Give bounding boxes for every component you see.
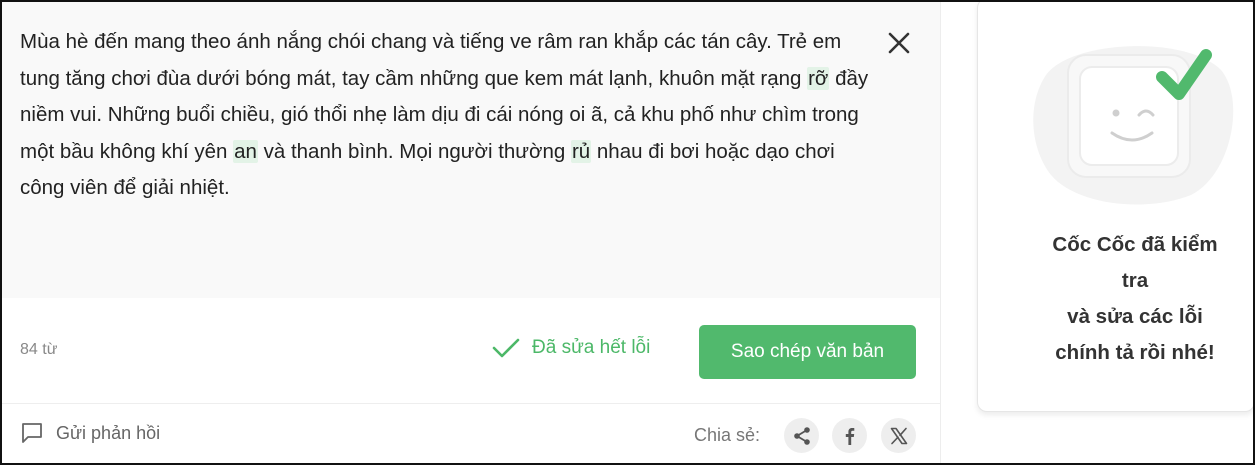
copy-text-button[interactable]: Sao chép văn bản — [699, 325, 916, 379]
chat-bubble-icon — [20, 422, 44, 444]
footer-bar: Gửi phản hồi Chia sẻ: — [2, 404, 940, 463]
success-message: Cốc Cốc đã kiểm tra và sửa các lỗi chính… — [996, 227, 1253, 371]
x-share-button[interactable] — [881, 418, 916, 453]
status-message: Đã sửa hết lỗi — [492, 337, 650, 359]
corrected-word[interactable]: rỡ — [807, 66, 830, 90]
facebook-share-button[interactable] — [832, 418, 867, 453]
winking-face-checkmark-icon — [1033, 46, 1234, 205]
close-icon — [888, 32, 910, 54]
x-icon — [890, 427, 907, 444]
success-message-line: và sửa các lỗi — [1067, 305, 1203, 328]
success-message-line: Cốc Cốc đã kiểm — [1052, 233, 1218, 256]
close-button[interactable] — [882, 26, 916, 60]
facebook-icon — [845, 427, 854, 445]
text-segment: và thanh bình. Mọi người thường — [257, 139, 571, 163]
corrected-word[interactable]: an — [233, 139, 258, 163]
text-segment: Mùa hè đến mang theo ánh nắng chói chang… — [20, 30, 842, 90]
checkmark-icon — [492, 337, 520, 359]
share-icon — [793, 426, 810, 445]
status-label: Đã sửa hết lỗi — [532, 337, 651, 358]
corrected-text[interactable]: Mùa hè đến mang theo ánh nắng chói chang… — [20, 24, 882, 207]
spell-checker-window: Mùa hè đến mang theo ánh nắng chói chang… — [0, 0, 1255, 465]
share-button[interactable] — [784, 418, 819, 453]
feedback-label: Gửi phản hồi — [56, 422, 161, 443]
success-message-line: chính tả rồi nhé! — [1055, 341, 1215, 364]
result-panel: Cốc Cốc đã kiểm tra và sửa các lỗi chính… — [977, 2, 1253, 412]
word-count: 84 từ — [20, 341, 58, 358]
send-feedback-link[interactable]: Gửi phản hồi — [20, 422, 160, 444]
text-area[interactable]: Mùa hè đến mang theo ánh nắng chói chang… — [2, 2, 940, 298]
share-label: Chia sẻ: — [694, 425, 761, 445]
editor-card: Mùa hè đến mang theo ánh nắng chói chang… — [2, 2, 941, 463]
action-toolbar: 84 từ Đã sửa hết lỗi Sao chép văn bản — [2, 299, 940, 404]
corrected-word[interactable]: rủ — [570, 139, 592, 163]
success-message-line: tra — [1121, 269, 1149, 292]
